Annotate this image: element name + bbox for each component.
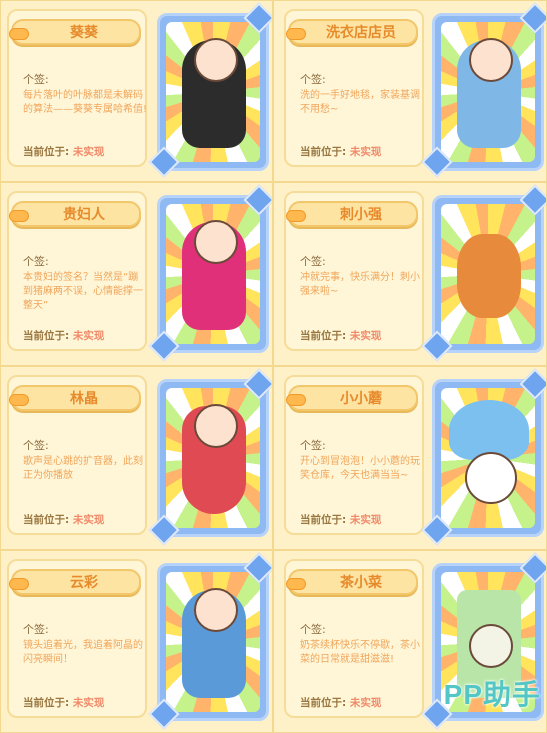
location-status: 当前位于: 未实现 — [23, 695, 104, 710]
location-label: 当前位于: — [300, 146, 347, 158]
character-card[interactable]: 葵葵 个签: 每片落叶的叶脉都是未解码的算法——葵葵专属哈希值! 当前位于: 未… — [0, 0, 273, 182]
signature-text: 镜头追着光，我追着阿晶的闪亮瞬间！ — [23, 640, 143, 665]
name-tag: 刺小强 — [286, 201, 418, 227]
tag-pill-icon — [286, 394, 306, 406]
character-head — [194, 588, 238, 632]
location-value: 未实现 — [72, 514, 105, 526]
location-value: 未实现 — [72, 146, 105, 158]
character-head — [465, 452, 517, 504]
character-head — [469, 624, 513, 668]
location-value: 未实现 — [349, 697, 382, 709]
signature-text: 奶茶续杯快乐不停歇，茶小菜的日常就是甜滋滋! — [300, 640, 420, 665]
location-status: 当前位于: 未实现 — [300, 144, 381, 159]
tag-pill-icon — [9, 578, 29, 590]
signature-label: 个签: — [23, 73, 49, 86]
location-value: 未实现 — [72, 697, 105, 709]
location-value: 未实现 — [72, 330, 105, 342]
location-label: 当前位于: — [23, 330, 70, 342]
character-card[interactable]: 洗衣店店员 个签: 洗的一手好地毯，家装基调不用愁~ 当前位于: 未实现 — [273, 0, 547, 182]
character-card[interactable]: 刺小强 个签: 冲就完事，快乐满分！刺小强来啦~ 当前位于: 未实现 — [273, 182, 547, 366]
location-label: 当前位于: — [300, 330, 347, 342]
character-portrait[interactable] — [432, 195, 544, 353]
character-name: 小小蘑 — [340, 391, 382, 407]
tag-pill-icon — [286, 210, 306, 222]
character-name: 刺小强 — [340, 207, 382, 223]
tag-pill-icon — [9, 210, 29, 222]
signature-label: 个签: — [300, 439, 326, 452]
name-tag: 小小蘑 — [286, 385, 418, 411]
character-name: 茶小菜 — [340, 575, 382, 591]
character-portrait[interactable] — [432, 379, 544, 537]
tag-pill-icon — [286, 28, 306, 40]
signature-text: 冲就完事，快乐满分！刺小强来啦~ — [300, 272, 420, 297]
signature-label: 个签: — [300, 255, 326, 268]
character-card[interactable]: 林晶 个签: 歌声是心跳的扩音器，此刻正为你播放 当前位于: 未实现 — [0, 366, 273, 550]
character-name: 云彩 — [70, 575, 98, 591]
character-portrait[interactable] — [432, 13, 544, 171]
signature-label: 个签: — [300, 623, 326, 636]
location-label: 当前位于: — [300, 514, 347, 526]
character-portrait[interactable] — [157, 379, 269, 537]
character-portrait[interactable] — [157, 13, 269, 171]
character-head — [469, 38, 513, 82]
character-name: 洗衣店店员 — [326, 25, 396, 41]
location-status: 当前位于: 未实现 — [23, 512, 104, 527]
location-status: 当前位于: 未实现 — [300, 328, 381, 343]
character-card[interactable]: 贵妇人 个签: 本贵妇的签名？当然是“蹦到猪麻两不误，心情能撑一整天” 当前位于… — [0, 182, 273, 366]
character-portrait[interactable] — [157, 195, 269, 353]
location-value: 未实现 — [349, 146, 382, 158]
signature-text: 开心到冒泡泡！小小蘑的玩笑仓库，今天也满当当~ — [300, 456, 420, 481]
character-head — [194, 220, 238, 264]
signature-label: 个签: — [300, 73, 326, 86]
signature-text: 本贵妇的签名？当然是“蹦到猪麻两不误，心情能撑一整天” — [23, 272, 143, 311]
signature-label: 个签: — [23, 623, 49, 636]
name-tag: 贵妇人 — [9, 201, 141, 227]
location-label: 当前位于: — [23, 146, 70, 158]
character-head — [194, 404, 238, 448]
name-tag: 葵葵 — [9, 19, 141, 45]
location-status: 当前位于: 未实现 — [23, 328, 104, 343]
signature-label: 个签: — [23, 255, 49, 268]
signature-text: 每片落叶的叶脉都是未解码的算法——葵葵专属哈希值! — [23, 90, 148, 115]
signature-text: 歌声是心跳的扩音器，此刻正为你播放 — [23, 456, 143, 481]
location-status: 当前位于: 未实现 — [23, 144, 104, 159]
location-status: 当前位于: 未实现 — [300, 512, 381, 527]
character-card-grid: 葵葵 个签: 每片落叶的叶脉都是未解码的算法——葵葵专属哈希值! 当前位于: 未… — [0, 0, 547, 733]
character-head — [194, 38, 238, 82]
character-figure — [457, 234, 521, 318]
location-value: 未实现 — [349, 330, 382, 342]
character-card[interactable]: 小小蘑 个签: 开心到冒泡泡！小小蘑的玩笑仓库，今天也满当当~ 当前位于: 未实… — [273, 366, 547, 550]
tag-pill-icon — [286, 578, 306, 590]
character-name: 林晶 — [70, 391, 98, 407]
character-figure — [449, 400, 529, 460]
character-card[interactable]: 云彩 个签: 镜头追着光，我追着阿晶的闪亮瞬间！ 当前位于: 未实现 — [0, 550, 273, 733]
character-name: 贵妇人 — [63, 207, 105, 223]
name-tag: 林晶 — [9, 385, 141, 411]
location-value: 未实现 — [349, 514, 382, 526]
tag-pill-icon — [9, 394, 29, 406]
location-label: 当前位于: — [300, 697, 347, 709]
character-name: 葵葵 — [70, 25, 98, 41]
signature-label: 个签: — [23, 439, 49, 452]
name-tag: 洗衣店店员 — [286, 19, 418, 45]
watermark-logo: PP助手 — [443, 679, 541, 710]
location-status: 当前位于: 未实现 — [300, 695, 381, 710]
name-tag: 茶小菜 — [286, 569, 418, 595]
tag-pill-icon — [9, 28, 29, 40]
location-label: 当前位于: — [23, 697, 70, 709]
character-portrait[interactable] — [157, 563, 269, 721]
signature-text: 洗的一手好地毯，家装基调不用愁~ — [300, 90, 420, 115]
name-tag: 云彩 — [9, 569, 141, 595]
location-label: 当前位于: — [23, 514, 70, 526]
